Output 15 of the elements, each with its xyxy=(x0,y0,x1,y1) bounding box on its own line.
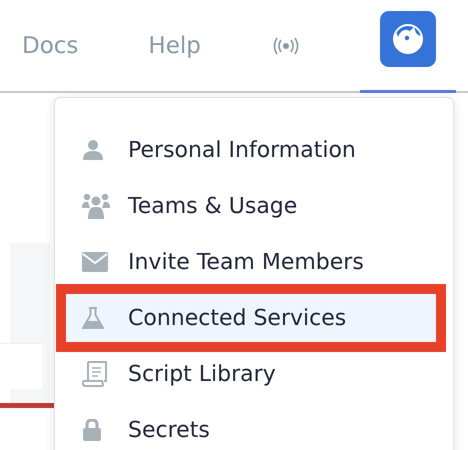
menu-item[interactable]: Invite Team Members xyxy=(55,234,447,290)
menu-item[interactable]: Script Library xyxy=(55,346,447,402)
people-icon xyxy=(82,193,110,219)
person-icon xyxy=(82,139,104,161)
menu-item[interactable]: Connected Services xyxy=(65,293,437,343)
flask-icon xyxy=(82,307,104,329)
menu-item[interactable]: Personal Information xyxy=(55,122,447,178)
menu-item[interactable]: Teams & Usage xyxy=(55,178,447,234)
broadcast-icon[interactable] xyxy=(272,36,299,54)
avatar-button[interactable] xyxy=(380,11,436,67)
scroll-icon xyxy=(82,361,108,387)
avatar-icon xyxy=(390,21,426,57)
menu-item[interactable]: Secrets xyxy=(55,402,447,450)
lock-icon xyxy=(82,419,102,441)
envelope-icon xyxy=(82,252,108,272)
